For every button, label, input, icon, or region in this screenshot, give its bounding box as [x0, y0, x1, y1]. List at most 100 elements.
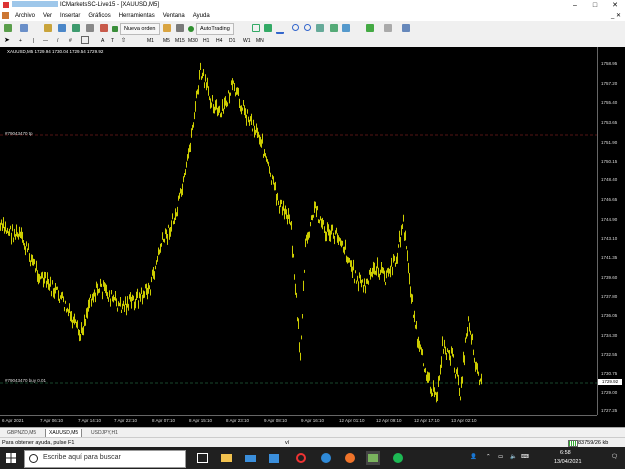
task-view-icon[interactable] [195, 451, 209, 465]
time-tick: 7 Apr 22:10 [114, 418, 138, 423]
time-tick: 7 Apr 06:10 [40, 418, 64, 423]
spotify-icon[interactable] [391, 451, 405, 465]
horizontal-line-button[interactable]: — [40, 36, 51, 46]
price-tick: 1743.10 [601, 236, 618, 241]
bar-chart-button[interactable] [252, 24, 260, 32]
new-chart-button[interactable] [4, 24, 12, 32]
tf-d1[interactable]: D1 [226, 36, 238, 46]
strategy-tester-button[interactable] [100, 24, 108, 32]
mail-icon[interactable] [243, 451, 257, 465]
line-chart-button[interactable] [276, 24, 284, 34]
time-tick: 8 Apr 23:10 [226, 418, 250, 423]
signals-button[interactable] [176, 24, 184, 32]
tp-order-label: #79043470 tp [5, 131, 33, 136]
autotrading-label: AutoTrading [196, 23, 234, 35]
channel-button[interactable]: # [66, 36, 75, 46]
window-title: ICMarketsSC-Live15 - [XAUUSD,M5] [12, 1, 159, 10]
people-icon[interactable]: 👤 [470, 454, 477, 460]
metaeditor-button[interactable] [163, 24, 171, 32]
menu-herramientas[interactable]: Herramientas [115, 11, 159, 21]
clock-time[interactable]: 6:58 [560, 450, 571, 456]
trendline-button[interactable]: / [54, 36, 61, 46]
tf-m5[interactable]: M5 [160, 36, 173, 46]
chart-window-icon [2, 12, 9, 19]
opera-icon[interactable] [294, 451, 308, 465]
price-tick: 1739.60 [601, 275, 618, 280]
autotrading-button[interactable]: AutoTrading [188, 23, 234, 35]
chart-window[interactable]: XAUUSD,M5 1729.94 1730.04 1729.54 1729.9… [0, 47, 625, 427]
child-window-controls[interactable]: _ ✕ [611, 11, 621, 21]
price-chart[interactable] [0, 47, 597, 415]
cursor-button[interactable]: ➤ [4, 36, 10, 44]
zoom-out-button[interactable] [304, 24, 311, 31]
fibonacci-icon [81, 36, 89, 44]
edge-icon[interactable] [319, 451, 333, 465]
time-tick: 12 Apr 17:10 [414, 418, 440, 423]
tile-windows-button[interactable] [316, 24, 324, 32]
tab-gbpnzd[interactable]: GBPNZD,M5 [4, 429, 39, 437]
time-tick: 6 Apr 2021 [2, 418, 24, 423]
crosshair-button[interactable]: + [16, 36, 25, 46]
time-tick: 8 Apr 07:10 [152, 418, 176, 423]
zoom-in-button[interactable] [292, 24, 299, 31]
indicators-button[interactable] [366, 24, 374, 32]
fibonacci-button[interactable] [78, 36, 92, 44]
tf-mn[interactable]: MN [253, 36, 267, 46]
windows-start-icon[interactable] [6, 453, 16, 463]
taskbar: Escribe aquí para buscar 👤 ⌃ ▭ 🔈 ⌨ 6:58 … [0, 447, 625, 469]
menu-archivo[interactable]: Archivo [11, 11, 39, 21]
minimize-button[interactable]: – [565, 0, 585, 11]
templates-icon [402, 24, 410, 32]
navigator-icon [72, 24, 80, 32]
tf-m1[interactable]: M1 [144, 36, 157, 46]
taskbar-search-input[interactable]: Escribe aquí para buscar [24, 450, 186, 468]
market-watch-button[interactable] [44, 24, 52, 32]
metatrader-icon[interactable] [366, 451, 380, 465]
price-tick: 1732.55 [601, 352, 618, 357]
close-button[interactable]: ✕ [605, 0, 625, 11]
notifications-icon[interactable]: 🗨 [611, 454, 618, 460]
menu-bar: Archivo Ver Insertar Gráficos Herramientas Ve… [0, 11, 625, 21]
tf-m30[interactable]: M30 [185, 36, 201, 46]
chart-shift-button[interactable] [342, 24, 350, 32]
navigator-button[interactable] [72, 24, 80, 32]
menu-insertar[interactable]: Insertar [56, 11, 84, 21]
tray-chevron-icon[interactable]: ⌃ [486, 454, 491, 460]
periods-button[interactable] [384, 24, 392, 32]
price-scale[interactable]: 1758.95 1757.20 1755.40 1753.65 1751.90 … [597, 47, 625, 415]
text-label-button[interactable]: T [108, 36, 117, 46]
search-icon [29, 454, 38, 463]
menu-ver[interactable]: Ver [39, 11, 56, 21]
clock-date[interactable]: 13/04/2021 [554, 459, 582, 465]
arrow-icon: ⇧ [121, 38, 127, 44]
menu-graficos[interactable]: Gráficos [84, 11, 114, 21]
file-explorer-icon[interactable] [219, 451, 233, 465]
templates-button[interactable] [402, 24, 410, 32]
tab-usdjpy[interactable]: USDJPY,H1 [88, 429, 121, 437]
text-button[interactable]: A [98, 36, 107, 46]
tf-h1[interactable]: H1 [200, 36, 212, 46]
keyboard-icon[interactable]: ⌨ [521, 454, 529, 460]
auto-scroll-button[interactable] [330, 24, 338, 32]
arrows-button[interactable]: ⇧ [118, 36, 129, 46]
menu-ayuda[interactable]: Ayuda [189, 11, 214, 21]
vertical-line-button[interactable]: | [30, 36, 37, 46]
maximize-button[interactable]: □ [585, 0, 605, 11]
terminal-button[interactable] [86, 24, 94, 32]
tf-w1[interactable]: W1 [240, 36, 254, 46]
firefox-icon[interactable] [343, 451, 357, 465]
tf-h4[interactable]: H4 [213, 36, 225, 46]
price-tick: 1729.00 [601, 390, 618, 395]
redacted-account [12, 1, 58, 8]
new-order-button[interactable]: Nueva orden [112, 23, 160, 35]
candlestick-button[interactable] [264, 24, 272, 32]
network-icon[interactable]: ▭ [498, 454, 503, 460]
price-tick: 1750.15 [601, 159, 618, 164]
menu-ventana[interactable]: Ventana [159, 11, 189, 21]
price-tick: 1755.40 [601, 100, 618, 105]
price-bar-series [0, 62, 482, 403]
store-icon[interactable] [267, 451, 281, 465]
profiles-button[interactable] [20, 24, 28, 32]
volume-icon[interactable]: 🔈 [510, 454, 517, 460]
data-window-button[interactable] [58, 24, 66, 32]
